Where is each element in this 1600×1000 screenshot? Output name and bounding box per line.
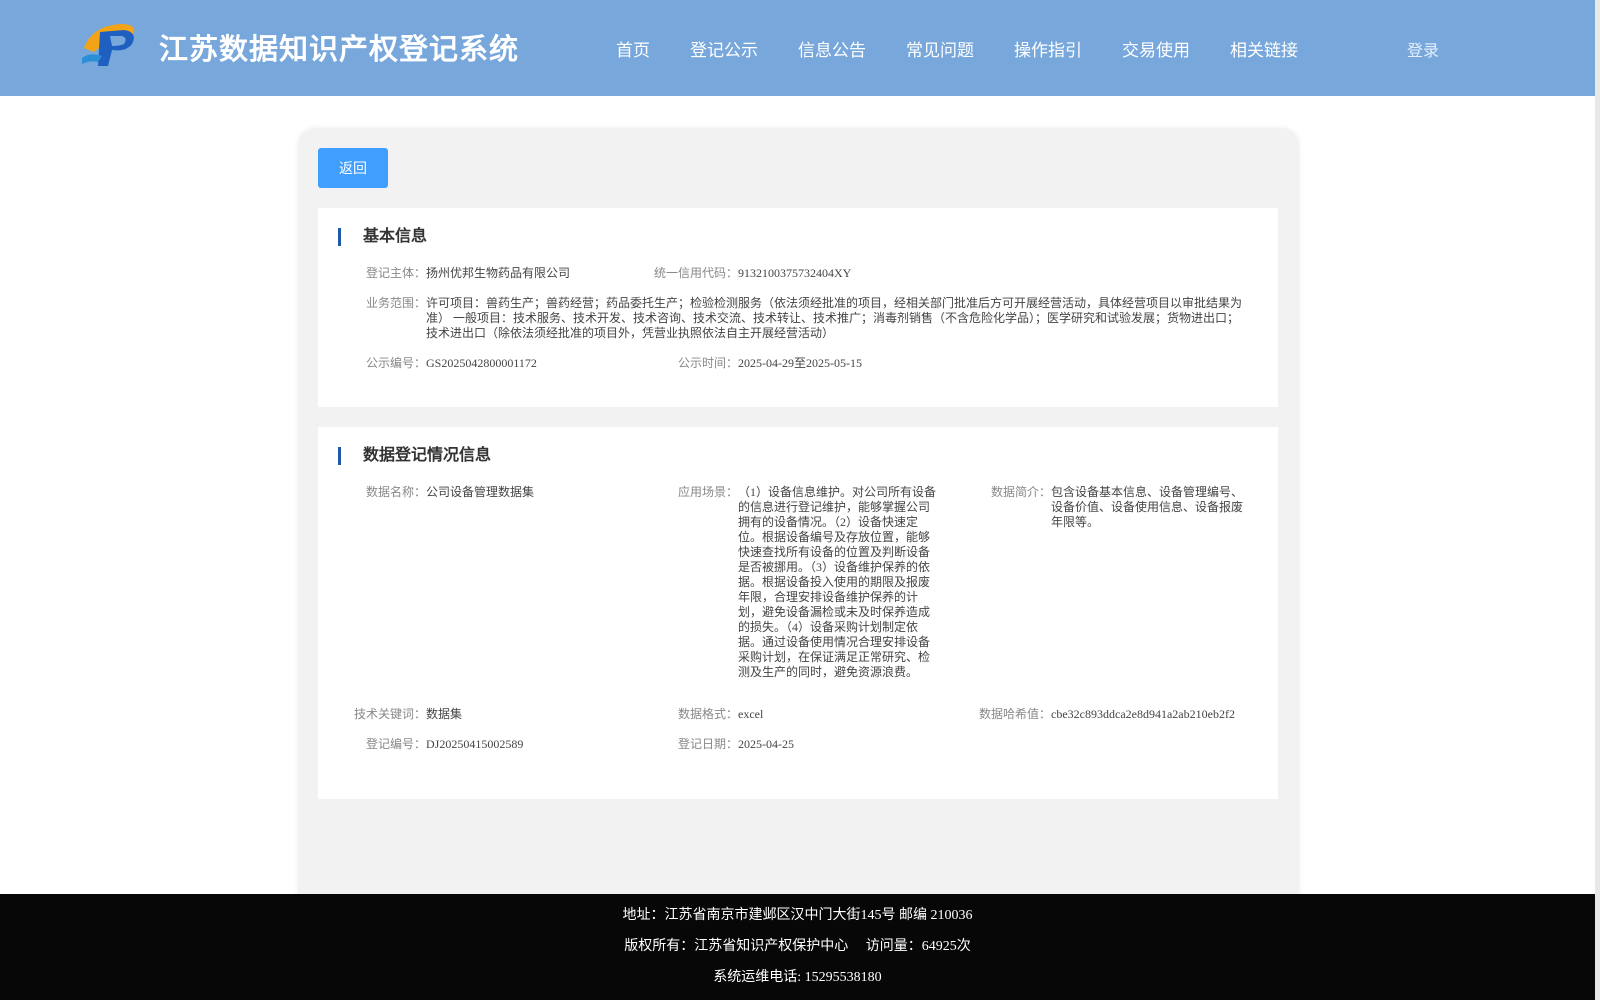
nav-home[interactable]: 首页: [616, 36, 650, 60]
field-value: 公司设备管理数据集: [426, 485, 535, 499]
field-data-intro: 数据简介： 包含设备基本信息、设备管理编号、设备价值、设备使用信息、设备报废年限…: [991, 485, 1247, 530]
nav-trading[interactable]: 交易使用: [1122, 36, 1190, 60]
nav-guide[interactable]: 操作指引: [1014, 36, 1082, 60]
site-logo-icon[interactable]: [80, 18, 140, 70]
field-registration-date: 登记日期： 2025-04-25: [678, 737, 794, 752]
nav-links[interactable]: 相关链接: [1230, 36, 1298, 60]
field-value: 包含设备基本信息、设备管理编号、设备价值、设备使用信息、设备报废年限等。: [1051, 485, 1244, 529]
field-label: 数据格式：: [678, 707, 739, 721]
field-label: 公示时间：: [678, 356, 739, 370]
field-data-name: 数据名称： 公司设备管理数据集: [366, 485, 534, 500]
site-title: 江苏数据知识产权登记系统: [159, 34, 520, 66]
field-label: 数据名称：: [366, 485, 427, 499]
field-label: 业务范围：: [366, 296, 427, 310]
field-publicity-time: 公示时间： 2025-04-29至2025-05-15: [678, 356, 862, 371]
field-label: 登记主体：: [366, 266, 427, 280]
data-registration-card: 数据登记情况信息 数据名称： 公司设备管理数据集 应用场景： （1）设备信息维护…: [318, 427, 1278, 799]
nav-registration-public[interactable]: 登记公示: [690, 36, 758, 60]
nav-announcements[interactable]: 信息公告: [798, 36, 866, 60]
field-label: 统一信用代码：: [654, 266, 739, 280]
field-value: 数据集: [426, 707, 463, 721]
back-button[interactable]: 返回: [318, 148, 388, 188]
field-label: 公示编号：: [366, 356, 427, 370]
page-scrollbar[interactable]: [1595, 0, 1600, 1000]
field-data-hash: 数据哈希值： cbe32c893ddca2e8d941a2ab210eb2f2: [979, 707, 1235, 722]
field-label: 登记日期：: [678, 737, 739, 751]
basic-info-card: 基本信息 登记主体： 扬州优邦生物药品有限公司 统一信用代码： 91321003…: [318, 208, 1278, 407]
field-label: 数据简介：: [991, 485, 1052, 499]
field-value: （1）设备信息维护。对公司所有设备的信息进行登记维护，能够掌握公司拥有的设备情况…: [738, 485, 937, 679]
field-value: 9132100375732404XY: [738, 266, 852, 280]
nav-faq[interactable]: 常见问题: [906, 36, 974, 60]
field-value: 2025-04-29至2025-05-15: [738, 356, 863, 370]
field-value: GS2025042800001172: [426, 356, 537, 370]
field-value: excel: [738, 707, 764, 721]
field-label: 数据哈希值：: [979, 707, 1052, 721]
field-label: 技术关键词：: [354, 707, 427, 721]
field-label: 应用场景：: [678, 485, 739, 499]
field-value: DJ20250415002589: [426, 737, 524, 751]
section-title-data: 数据登记情况信息: [338, 447, 491, 465]
field-application-scene: 应用场景： （1）设备信息维护。对公司所有设备的信息进行登记维护，能够掌握公司拥…: [678, 485, 938, 680]
field-label: 登记编号：: [366, 737, 427, 751]
field-subject: 登记主体： 扬州优邦生物药品有限公司: [366, 266, 570, 281]
field-business-scope: 业务范围： 许可项目：兽药生产；兽药经营；药品委托生产；检验检测服务（依法须经批…: [366, 296, 1256, 341]
field-registration-number: 登记编号： DJ20250415002589: [366, 737, 523, 752]
detail-panel: 返回 基本信息 登记主体： 扬州优邦生物药品有限公司 统一信用代码： 91321…: [298, 128, 1299, 908]
field-data-format: 数据格式： excel: [678, 707, 763, 722]
footer-phone: 系统运维电话: 15295538180: [713, 970, 882, 985]
field-value: 扬州优邦生物药品有限公司: [426, 266, 571, 280]
main-nav: 首页 登记公示 信息公告 常见问题 操作指引 交易使用 相关链接: [616, 36, 1338, 60]
field-publicity-number: 公示编号： GS2025042800001172: [366, 356, 537, 371]
login-link[interactable]: 登录: [1407, 37, 1439, 61]
footer-copyright: 版权所有：江苏省知识产权保护中心 访问量：64925次: [624, 939, 971, 954]
section-title-basic: 基本信息: [338, 228, 427, 246]
field-tech-keywords: 技术关键词： 数据集: [354, 707, 462, 722]
field-value: 许可项目：兽药生产；兽药经营；药品委托生产；检验检测服务（依法须经批准的项目，经…: [426, 296, 1243, 340]
page-footer: 地址：江苏省南京市建邺区汉中门大街145号 邮编 210036 版权所有：江苏省…: [0, 894, 1595, 1000]
field-value: 2025-04-25: [738, 737, 795, 751]
field-value: cbe32c893ddca2e8d941a2ab210eb2f2: [1051, 707, 1235, 721]
field-credit-code: 统一信用代码： 9132100375732404XY: [654, 266, 851, 281]
top-header: 江苏数据知识产权登记系统 首页 登记公示 信息公告 常见问题 操作指引 交易使用…: [0, 0, 1595, 96]
footer-address: 地址：江苏省南京市建邺区汉中门大街145号 邮编 210036: [622, 908, 973, 923]
